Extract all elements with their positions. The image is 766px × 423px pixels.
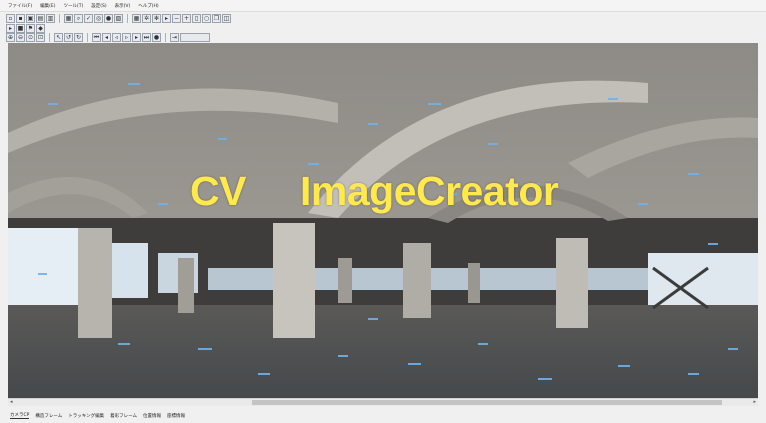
plus-icon[interactable]: + [182, 14, 191, 23]
panorama-viewport[interactable] [8, 43, 758, 398]
target-icon[interactable]: ◎ [94, 14, 103, 23]
scrollbar-thumb[interactable] [252, 400, 722, 405]
menu-help[interactable]: ヘルプ(H) [138, 3, 158, 9]
zoom-out-icon[interactable]: ⊖ [16, 33, 25, 42]
settings-icon[interactable]: ✻ [152, 14, 161, 23]
arrow-icon[interactable]: ↖ [54, 33, 63, 42]
scroll-right-icon[interactable]: ▸ [753, 399, 756, 405]
search-icon[interactable]: ⌕ [74, 14, 83, 23]
zoom-area-icon[interactable]: ⊡ [36, 33, 45, 42]
window-icon[interactable]: ▦ [64, 14, 73, 23]
check-icon[interactable]: ✓ [84, 14, 93, 23]
menu-bar: ファイル(F) 編集(E) ツール(T) 設定(S) 表示(V) ヘルプ(H) [0, 0, 766, 12]
tab-camera-cp[interactable]: カメラCP [10, 412, 30, 419]
play-icon[interactable]: ▸ [162, 14, 171, 23]
tab-colored-frame[interactable]: 着彩フレーム [110, 413, 137, 419]
frame-slider[interactable] [180, 33, 210, 42]
toolbar-separator [165, 33, 166, 42]
save-all-icon[interactable]: ▤ [36, 14, 45, 23]
save-icon[interactable]: ▣ [26, 14, 35, 23]
menu-tools[interactable]: ツール(T) [63, 3, 83, 9]
menu-file[interactable]: ファイル(F) [8, 3, 32, 9]
toolbar-separator [59, 14, 60, 23]
tab-structure-frame[interactable]: 構造フレーム [35, 413, 62, 419]
toolbar-separator [49, 33, 50, 42]
overlay-title-word-2: ImageCreator [300, 168, 559, 214]
toolbar-row-3: ⊕ ⊖ ⊙ ⊡ ↖ ↺ ↻ ⏮ ◂ ◃ ▹ ▸ ⏭ ● ⇥ [6, 32, 210, 43]
first-frame-icon[interactable]: ⏮ [92, 33, 101, 42]
tab-tracking-edit[interactable]: トラッキング編集 [68, 413, 104, 419]
panorama-image [8, 43, 758, 398]
rotate-left-icon[interactable]: ↺ [64, 33, 73, 42]
next-frame-icon[interactable]: ▸ [132, 33, 141, 42]
overlay-title-word-1: CV [190, 168, 246, 214]
scroll-left-icon[interactable]: ◂ [10, 399, 13, 405]
layers-icon[interactable]: ◫ [222, 14, 231, 23]
tab-coordinate-info[interactable]: 座標情報 [167, 413, 185, 419]
open-folder-icon[interactable]: ▪ [16, 14, 25, 23]
record-icon[interactable]: ● [152, 33, 161, 42]
rotate-right-icon[interactable]: ↻ [74, 33, 83, 42]
tab-position-info[interactable]: 位置情報 [143, 413, 161, 419]
prev-frame-icon[interactable]: ◂ [102, 33, 111, 42]
minus-icon[interactable]: − [172, 14, 181, 23]
export-icon[interactable]: ▥ [46, 14, 55, 23]
menu-settings[interactable]: 設定(S) [91, 3, 106, 9]
color-wheel-icon[interactable]: ● [104, 14, 113, 23]
circle-icon[interactable]: ○ [202, 14, 211, 23]
status-tabs: カメラCP 構造フレーム トラッキング編集 着彩フレーム 位置情報 座標情報 [0, 408, 766, 423]
menu-edit[interactable]: 編集(E) [40, 3, 55, 9]
copy-icon[interactable]: ❐ [212, 14, 221, 23]
step-back-icon[interactable]: ◃ [112, 33, 121, 42]
toolbar-separator [87, 33, 88, 42]
menu-view[interactable]: 表示(V) [115, 3, 131, 9]
new-file-icon[interactable]: ▫ [6, 14, 15, 23]
zoom-in-icon[interactable]: ⊕ [6, 33, 15, 42]
jump-icon[interactable]: ⇥ [170, 33, 179, 42]
last-frame-icon[interactable]: ⏭ [142, 33, 151, 42]
step-forward-icon[interactable]: ▹ [122, 33, 131, 42]
toolbar-separator [127, 14, 128, 23]
frame-icon[interactable]: ▯ [192, 14, 201, 23]
zoom-fit-icon[interactable]: ⊙ [26, 33, 35, 42]
gear-icon[interactable]: ✲ [142, 14, 151, 23]
image-icon[interactable]: ▧ [114, 14, 123, 23]
grid-icon[interactable]: ▦ [132, 14, 141, 23]
horizontal-scrollbar[interactable]: ◂ ▸ [8, 398, 758, 406]
